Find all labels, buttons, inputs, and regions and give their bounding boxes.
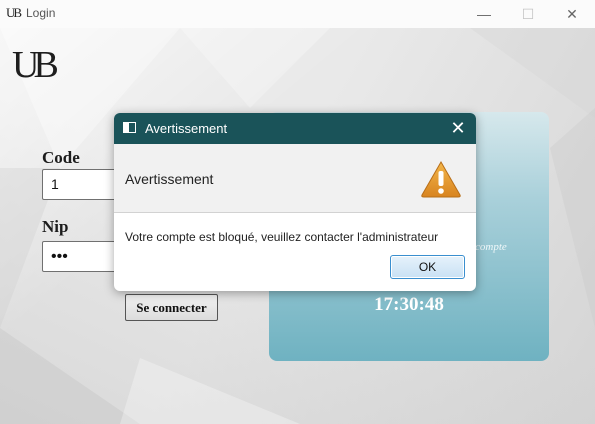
ok-button[interactable]: OK xyxy=(390,255,465,279)
window-icon xyxy=(123,122,136,133)
app-logo-icon: UB xyxy=(6,5,22,20)
dialog-header: Avertissement xyxy=(114,144,476,213)
dialog-message: Votre compte est bloqué, veuillez contac… xyxy=(125,230,439,244)
window-titlebar: UB Login — ☐ ✕ xyxy=(0,0,595,28)
dialog-titlebar: Avertissement ✕ xyxy=(114,113,476,144)
dialog-title: Avertissement xyxy=(145,121,228,136)
warning-icon xyxy=(421,160,461,198)
panel-partial-text: compte xyxy=(475,241,507,253)
clock-display: 17:30:48 xyxy=(374,294,444,315)
dialog-close-button[interactable]: ✕ xyxy=(448,117,468,139)
minimize-button[interactable]: — xyxy=(461,0,507,28)
login-background: UB Code 1 Nip ••• Se connecter compte 17… xyxy=(0,28,595,424)
maximize-button[interactable]: ☐ xyxy=(505,0,551,28)
code-label: Code xyxy=(42,148,80,167)
dialog-heading: Avertissement xyxy=(125,171,214,187)
window-title: Login xyxy=(26,6,56,20)
nip-label: Nip xyxy=(42,217,69,236)
brand-logo: UB xyxy=(12,44,59,86)
warning-dialog: Avertissement ✕ Avertissement Votre comp… xyxy=(114,113,476,291)
connect-button[interactable]: Se connecter xyxy=(125,294,218,321)
close-window-button[interactable]: ✕ xyxy=(549,0,595,28)
